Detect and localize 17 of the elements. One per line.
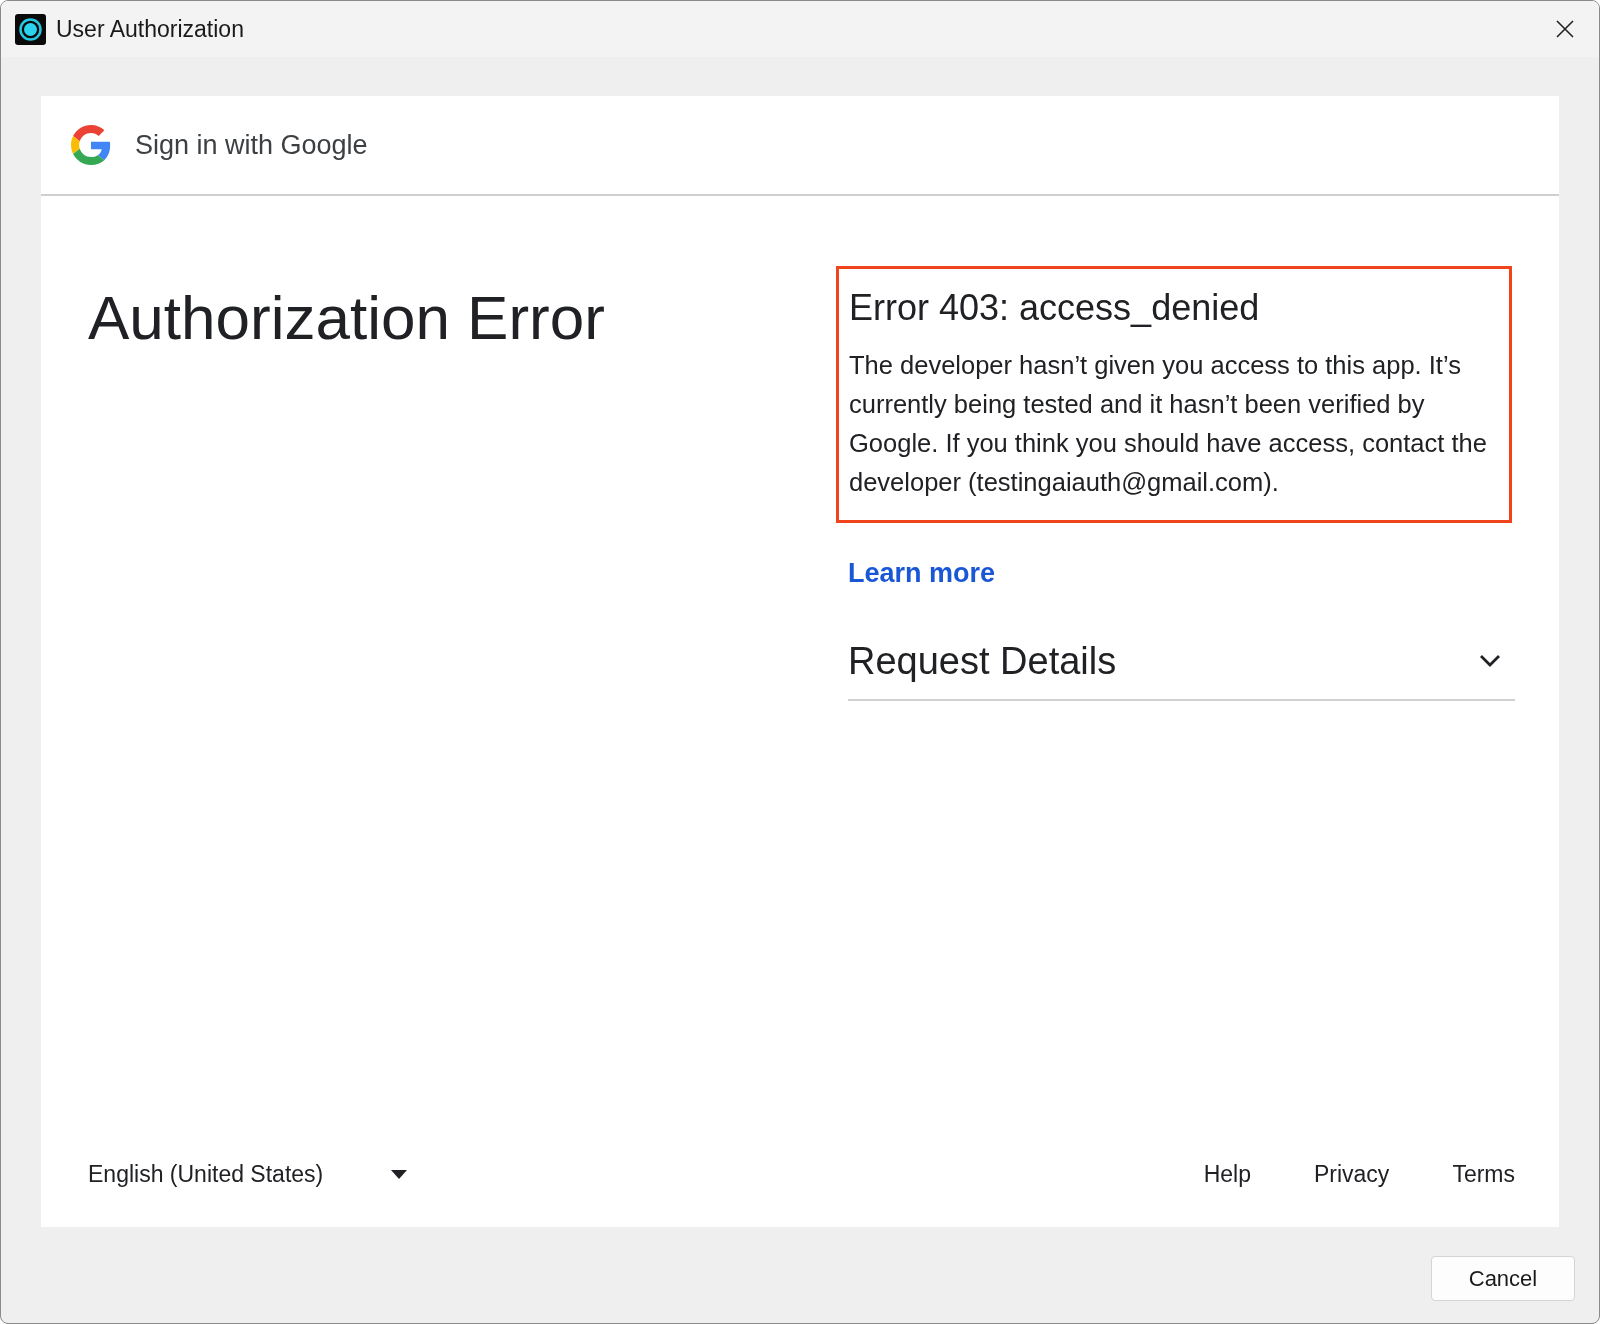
error-message: The developer hasn’t given you access to this app. It’s currently being tested and it hasn’t been verified by Google. If you think you should have access, contact the developer (testingaiauth@gmail.com).	[849, 349, 1488, 498]
dropdown-arrow-icon	[391, 1169, 408, 1179]
footer-link[interactable]: Help	[1203, 1156, 1251, 1192]
page-heading: Authorization Error	[88, 282, 606, 354]
footer-link[interactable]: Terms	[1452, 1156, 1515, 1192]
chevron-icon	[1479, 654, 1501, 669]
request-details-toggle[interactable]: Request Details	[848, 623, 1515, 702]
learn-more-link[interactable]: Learn more	[848, 552, 996, 594]
error-title: Error 403: access_denied	[849, 286, 1261, 330]
window-title: User Authorization	[56, 14, 244, 44]
language-select[interactable]: English (United States)	[88, 1156, 408, 1192]
app-icon	[15, 13, 46, 45]
footer-link[interactable]: Privacy	[1313, 1156, 1390, 1192]
cancel-button[interactable]: Cancel	[1431, 1256, 1575, 1301]
google-logo-icon	[71, 125, 111, 165]
close-icon	[1555, 19, 1575, 39]
sign-in-title: Sign in with Google	[135, 128, 368, 162]
